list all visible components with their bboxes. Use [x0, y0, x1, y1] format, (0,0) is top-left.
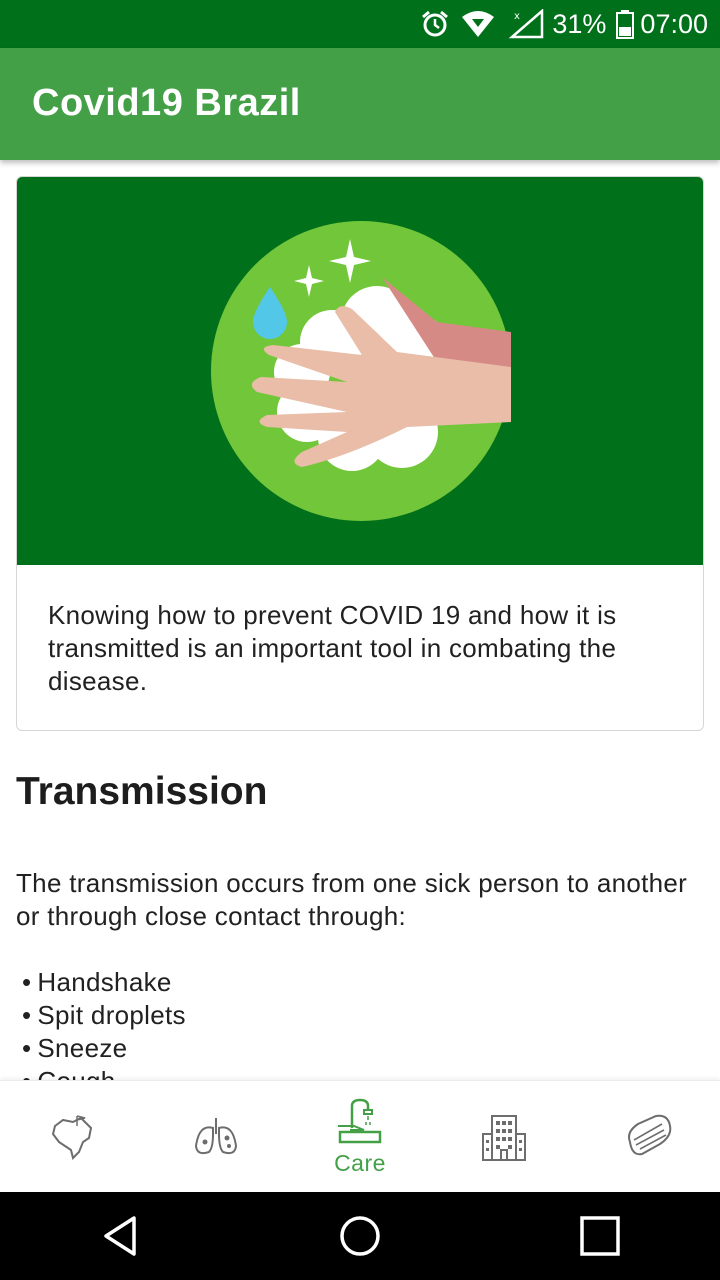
bottom-navigation: Care — [0, 1080, 720, 1193]
info-card: Knowing how to prevent COVID 19 and how … — [16, 176, 704, 731]
handwashing-illustration — [211, 221, 511, 521]
face-mask-icon — [628, 1114, 672, 1156]
list-item: Cough — [22, 1065, 186, 1080]
system-navigation-bar — [0, 1192, 720, 1280]
list-item: Spit droplets — [22, 999, 186, 1032]
list-item: Sneeze — [22, 1032, 186, 1065]
nav-item-lungs[interactable] — [144, 1081, 288, 1193]
svg-text:x: x — [514, 11, 520, 22]
card-description: Knowing how to prevent COVID 19 and how … — [48, 600, 617, 696]
signal-icon: x — [506, 9, 546, 39]
status-bar: x 31% 07:00 — [0, 0, 720, 48]
content-area[interactable]: Knowing how to prevent COVID 19 and how … — [0, 160, 720, 1080]
nav-item-care[interactable]: Care — [288, 1081, 432, 1193]
nav-item-masks[interactable] — [576, 1081, 720, 1193]
nav-item-map[interactable] — [0, 1081, 144, 1193]
wifi-icon — [460, 9, 496, 39]
recents-button[interactable] — [560, 1206, 640, 1266]
section-title-transmission: Transmission — [16, 770, 268, 813]
brazil-map-icon — [51, 1115, 93, 1160]
transmission-intro: The transmission occurs from one sick pe… — [16, 868, 688, 931]
card-banner — [17, 177, 703, 565]
app-bar: Covid19 Brazil — [0, 48, 720, 160]
list-item: Handshake — [22, 966, 186, 999]
back-button[interactable] — [80, 1206, 160, 1266]
home-circle-icon — [340, 1216, 380, 1256]
nav-item-hospitals[interactable] — [432, 1081, 576, 1193]
lungs-icon — [194, 1118, 238, 1155]
recents-square-icon — [580, 1216, 620, 1256]
home-button[interactable] — [320, 1206, 400, 1266]
handwash-icon — [338, 1098, 382, 1143]
back-triangle-icon — [104, 1216, 136, 1256]
app-title: Covid19 Brazil — [32, 82, 301, 124]
battery-icon — [616, 9, 635, 39]
battery-percentage: 31% — [552, 8, 607, 39]
transmission-list: Handshake Spit droplets Sneeze Cough — [22, 966, 186, 1080]
clock: 07:00 — [640, 8, 708, 39]
nav-label-care: Care — [334, 1149, 386, 1176]
alarm-icon — [420, 9, 450, 39]
hospital-icon — [482, 1115, 526, 1161]
